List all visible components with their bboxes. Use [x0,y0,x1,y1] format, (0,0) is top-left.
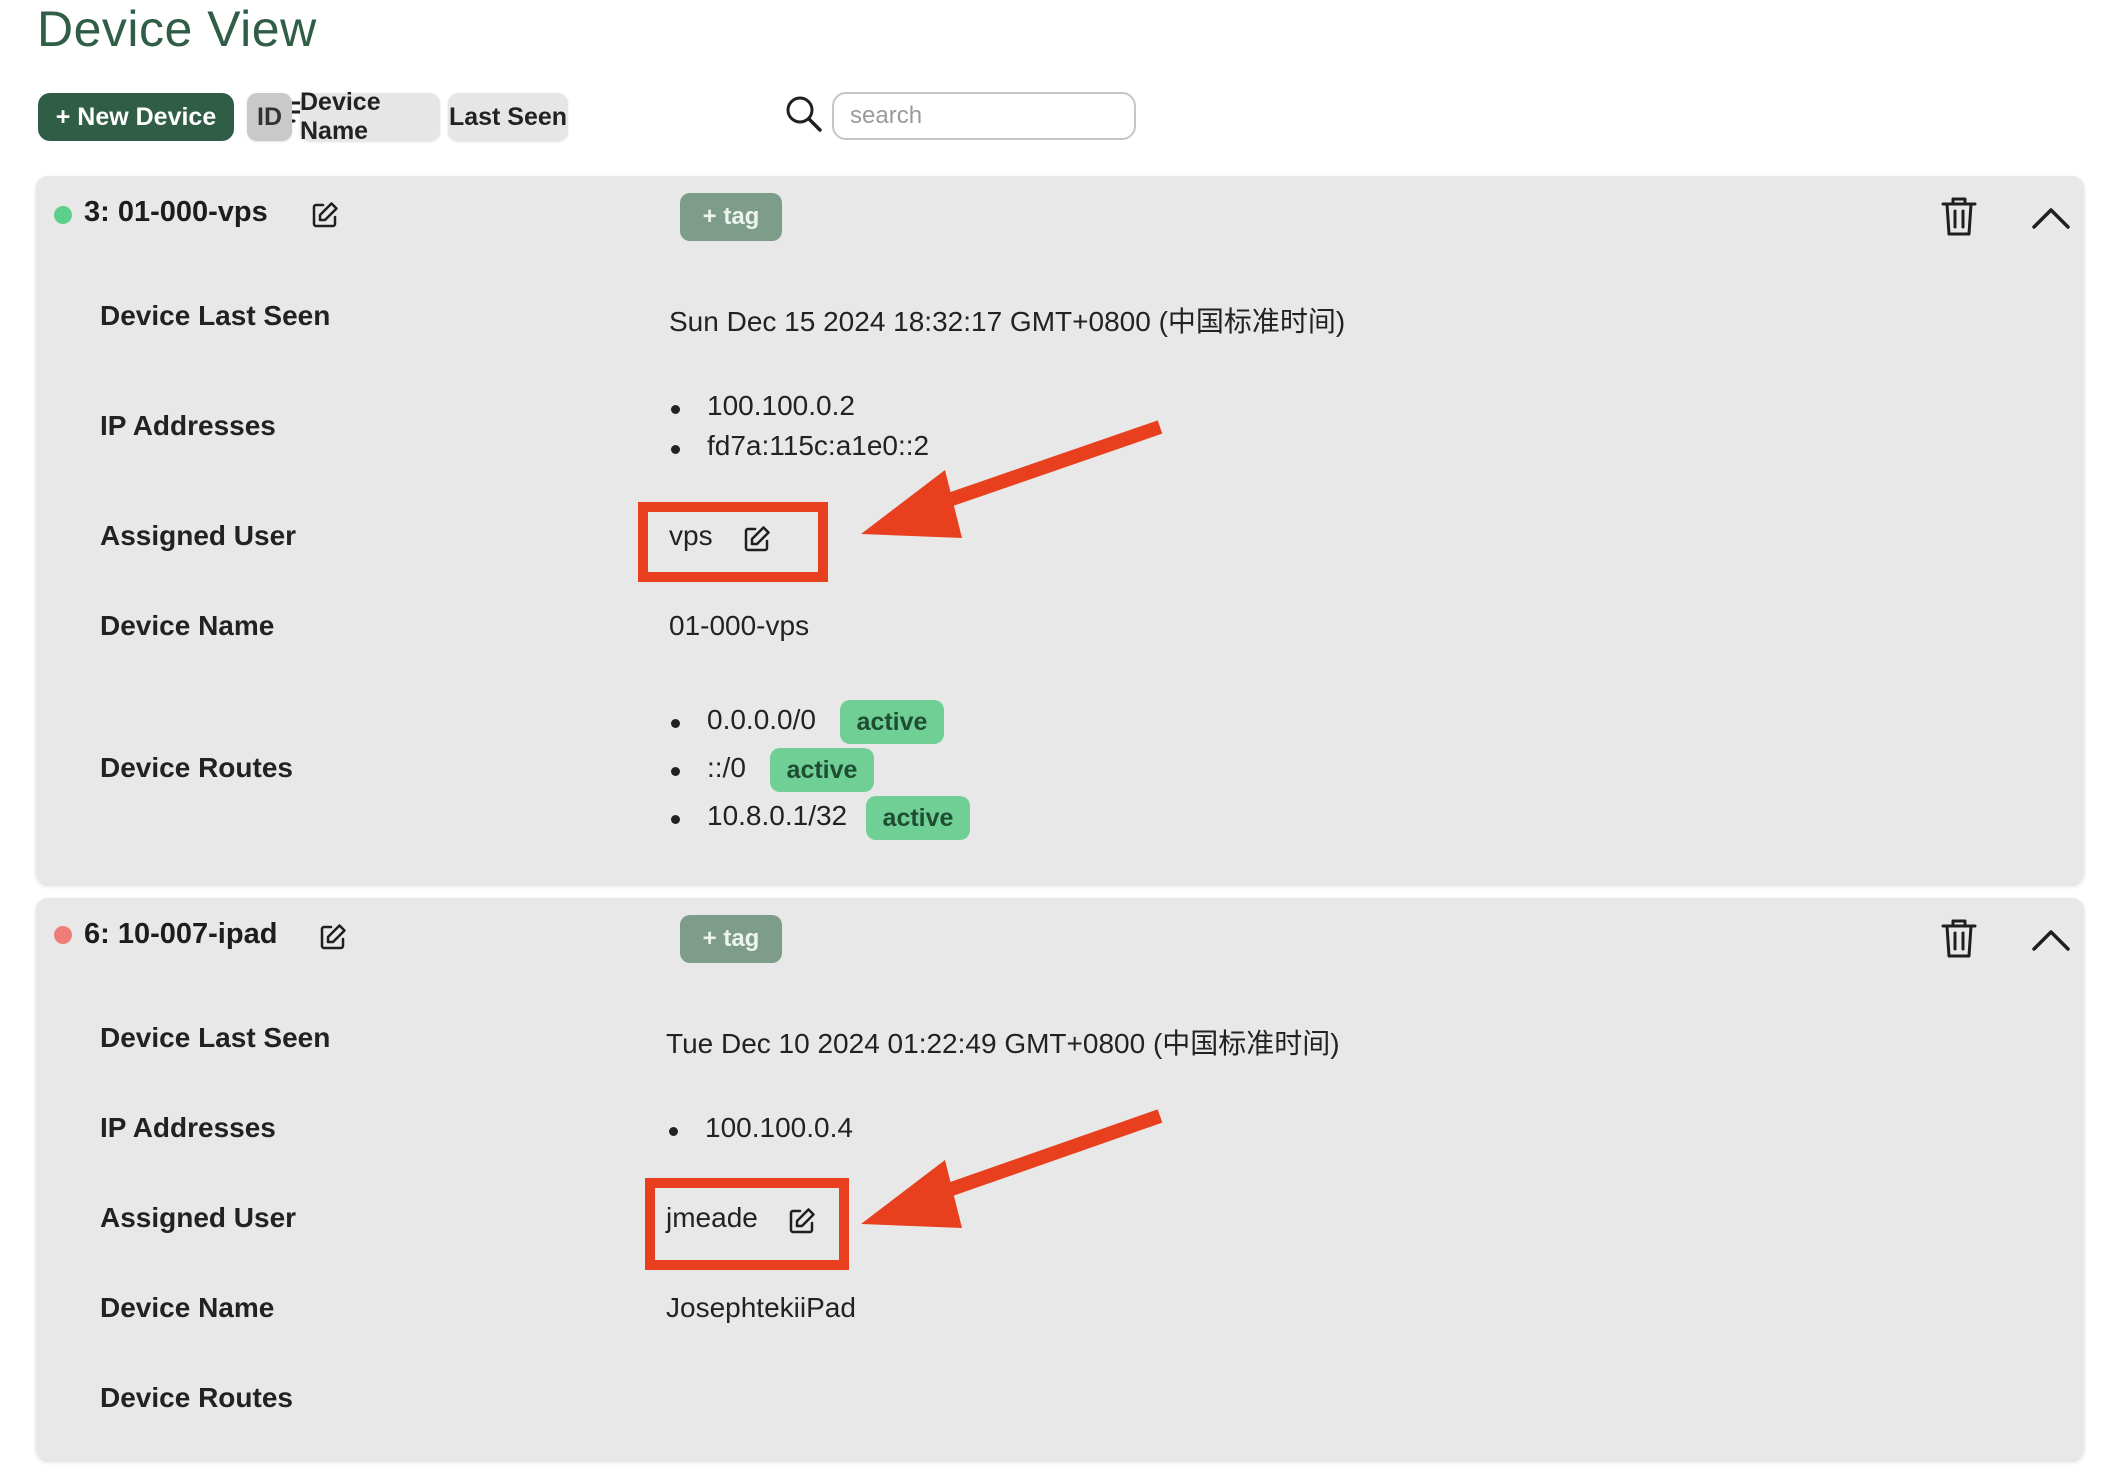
arrow-annotation-icon [861,420,1163,1228]
